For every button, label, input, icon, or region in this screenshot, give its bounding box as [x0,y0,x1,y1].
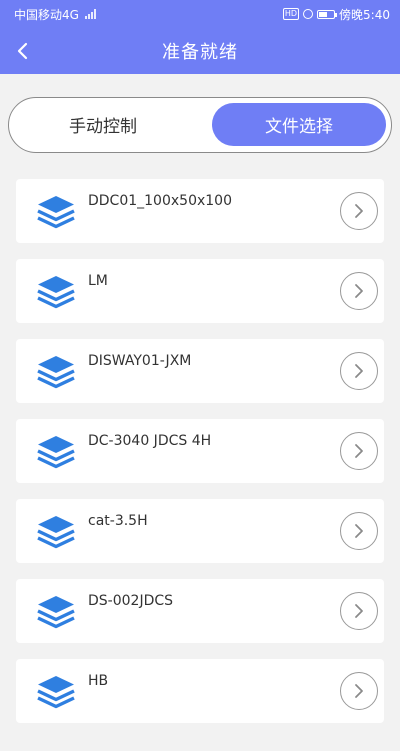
chevron-right-icon [355,604,363,618]
open-file-button[interactable] [340,672,378,710]
list-item[interactable]: DS-002JDCS [16,579,384,643]
tab-manual-control-label: 手动控制 [69,117,137,137]
list-item[interactable]: cat-3.5H [16,499,384,563]
file-name: LM [88,273,108,289]
status-bar: 中国移动4G HD 傍晚5:40 [0,0,400,28]
file-name: DISWAY01-JXM [88,353,192,369]
battery-icon [317,9,338,19]
layers-icon [37,676,75,709]
file-name: cat-3.5H [88,513,148,529]
layers-icon [37,276,75,309]
hd-badge: HD [282,8,300,20]
page-title: 准备就绪 [162,42,238,63]
list-item[interactable]: HB [16,659,384,723]
layers-icon [37,356,75,389]
alarm-icon [303,9,314,19]
layers-icon [37,196,75,229]
tab-file-select[interactable]: 文件选择 [212,103,386,146]
chevron-right-icon [355,364,363,378]
open-file-button[interactable] [340,352,378,390]
list-item[interactable]: LM [16,259,384,323]
chevron-right-icon [355,444,363,458]
file-name: DDC01_100x50x100 [88,193,232,209]
carrier-label: 中国移动4G [14,7,79,22]
chevron-right-icon [355,204,363,218]
file-name: DC-3040 JDCS 4H [88,433,212,449]
list-item[interactable]: DC-3040 JDCS 4H [16,419,384,483]
back-button[interactable] [6,34,40,68]
tab-manual-control[interactable]: 手动控制 [15,103,191,146]
signal-icon [84,9,96,19]
layers-icon [37,436,75,469]
nav-bar: 准备就绪 [0,28,400,74]
chevron-left-icon [17,42,28,60]
tab-file-select-label: 文件选择 [265,117,333,137]
status-time: 傍晚5:40 [339,7,390,22]
file-name: DS-002JDCS [88,593,174,609]
layers-icon [37,516,75,549]
status-right: HD 傍晚5:40 [282,6,390,23]
list-item[interactable]: DISWAY01-JXM [16,339,384,403]
file-name: HB [88,673,109,689]
status-left: 中国移动4G [14,6,96,23]
open-file-button[interactable] [340,432,378,470]
segmented-control: 手动控制 文件选择 [8,97,392,153]
chevron-right-icon [355,284,363,298]
list-item[interactable]: DDC01_100x50x100 [16,179,384,243]
chevron-right-icon [355,524,363,538]
open-file-button[interactable] [340,192,378,230]
open-file-button[interactable] [340,512,378,550]
open-file-button[interactable] [340,592,378,630]
open-file-button[interactable] [340,272,378,310]
chevron-right-icon [355,684,363,698]
layers-icon [37,596,75,629]
